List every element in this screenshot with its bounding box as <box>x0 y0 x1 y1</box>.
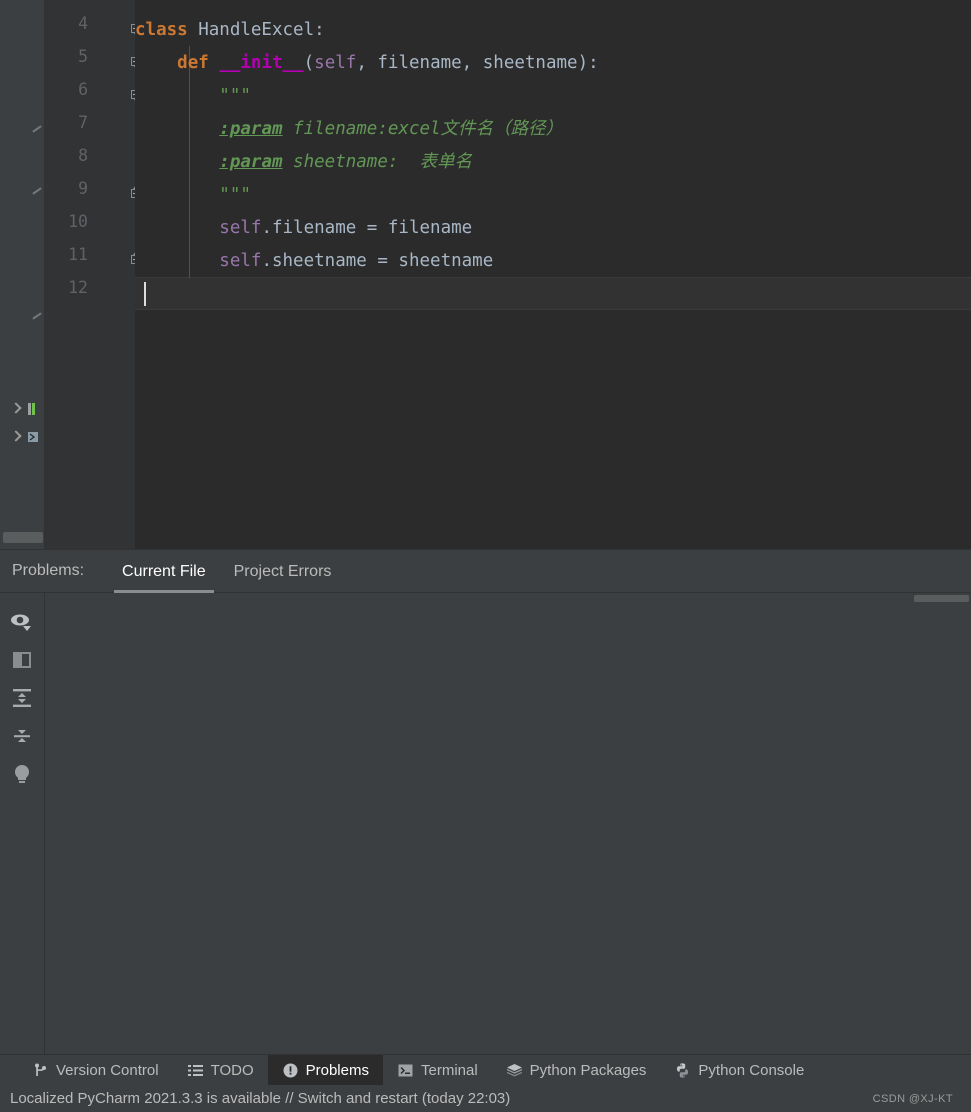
panel-edge-mark <box>32 312 42 320</box>
code-token: self <box>219 218 262 238</box>
code-token: filename:excel文件名（路径） <box>282 119 564 139</box>
line-number: 9 <box>78 179 88 198</box>
panel-edge-mark <box>32 187 42 195</box>
tool-tab-label: Problems <box>305 1061 369 1079</box>
code-token: ( <box>303 53 315 73</box>
tool-tab-label: Python Console <box>698 1061 805 1079</box>
project-tool-window[interactable] <box>0 0 45 549</box>
tool-tab-label: Terminal <box>420 1061 478 1079</box>
eye-with-dropdown-icon[interactable] <box>3 603 41 641</box>
code-editor[interactable]: class HandleExcel: def __init__(self, fi… <box>135 0 971 549</box>
problems-scrollbar[interactable] <box>914 595 969 602</box>
git-branch-icon <box>32 1062 49 1079</box>
tool-tab-terminal[interactable]: Terminal <box>383 1055 492 1085</box>
code-token: __init__ <box>219 53 304 73</box>
code-token: self <box>219 251 262 271</box>
chevron-right-icon[interactable] <box>8 428 26 446</box>
bulb-icon[interactable] <box>3 755 41 793</box>
project-horizontal-scrollbar[interactable] <box>3 532 43 543</box>
code-token: .filename = filename <box>261 218 473 238</box>
tool-tab-python-packages[interactable]: Python Packages <box>492 1055 661 1085</box>
code-token: class <box>135 20 199 40</box>
editor-region: 3456789101112 class HandleExcel: def __i… <box>0 0 971 549</box>
python-icon <box>674 1062 691 1079</box>
split-view-icon[interactable] <box>3 641 41 679</box>
code-line[interactable] <box>135 278 971 311</box>
pycharm-window: 3456789101112 class HandleExcel: def __i… <box>0 0 971 1112</box>
code-token: self <box>314 53 357 73</box>
tool-tab-label: TODO <box>210 1061 254 1079</box>
code-line[interactable]: class HandleExcel: <box>135 14 971 47</box>
line-number: 4 <box>78 14 88 33</box>
packages-icon <box>506 1062 523 1079</box>
line-number: 7 <box>78 113 88 132</box>
line-number: 6 <box>78 80 88 99</box>
status-message[interactable]: Localized PyCharm 2021.3.3 is available … <box>10 1090 510 1107</box>
tool-window-bar: Version Control TODO Problems Terminal P… <box>0 1054 971 1085</box>
code-token: HandleExcel <box>198 20 315 40</box>
collapse-all-icon[interactable] <box>3 717 41 755</box>
code-line[interactable]: self.sheetname = sheetname <box>135 245 971 278</box>
todo-list-icon <box>187 1062 204 1079</box>
problems-toolbar <box>0 593 45 1055</box>
code-line[interactable]: def __init__(self, filename, sheetname): <box>135 47 971 80</box>
code-token: .sheetname = sheetname <box>261 251 494 271</box>
code-token: :param <box>219 119 283 139</box>
code-token: """ <box>219 185 251 205</box>
tool-tab-todo[interactable]: TODO <box>173 1055 268 1085</box>
tool-tab-label: Python Packages <box>529 1061 647 1079</box>
terminal-icon <box>397 1062 414 1079</box>
tab-project-errors[interactable]: Project Errors <box>220 550 346 593</box>
code-line[interactable]: :param sheetname: 表单名 <box>135 146 971 179</box>
code-line[interactable]: self.filename = filename <box>135 212 971 245</box>
line-number: 10 <box>68 212 88 231</box>
code-token: """ <box>219 86 251 106</box>
module-icon <box>26 402 40 416</box>
tool-tab-label: Version Control <box>56 1061 159 1079</box>
expand-all-icon[interactable] <box>3 679 41 717</box>
code-line[interactable]: :param filename:excel文件名（路径） <box>135 113 971 146</box>
problems-body <box>0 593 971 1055</box>
editor-gutter[interactable]: 3456789101112 <box>45 0 142 549</box>
tool-tab-version-control[interactable]: Version Control <box>18 1055 173 1085</box>
code-token: sheetname: 表单名 <box>282 152 472 172</box>
problems-header: Problems: Current File Project Errors <box>0 550 971 593</box>
tool-bar-spacer <box>0 1055 18 1085</box>
status-bar: Localized PyCharm 2021.3.3 is available … <box>0 1085 971 1112</box>
chevron-right-icon[interactable] <box>8 400 26 418</box>
tool-tab-problems[interactable]: Problems <box>267 1055 383 1085</box>
problems-content-area[interactable] <box>46 593 971 1055</box>
tool-tab-python-console[interactable]: Python Console <box>660 1055 818 1085</box>
code-token: :param <box>219 152 283 172</box>
code-line[interactable]: """ <box>135 80 971 113</box>
line-number: 8 <box>78 146 88 165</box>
code-token: : <box>314 20 325 40</box>
code-token: def <box>177 53 220 73</box>
problems-alert-icon <box>282 1062 299 1079</box>
library-icon <box>26 430 40 444</box>
watermark: CSDN @XJ-KT <box>872 1092 953 1105</box>
code-line[interactable] <box>135 0 971 5</box>
text-caret <box>144 282 146 306</box>
line-number: 12 <box>68 278 88 297</box>
tab-current-file[interactable]: Current File <box>108 550 220 593</box>
line-number: 11 <box>68 245 88 264</box>
panel-edge-mark <box>32 125 42 133</box>
problems-tool-window: Problems: Current File Project Errors <box>0 549 971 1055</box>
code-token: , filename, sheetname): <box>356 53 599 73</box>
code-line[interactable]: """ <box>135 179 971 212</box>
problems-label: Problems: <box>12 562 85 579</box>
line-number: 5 <box>78 47 88 66</box>
